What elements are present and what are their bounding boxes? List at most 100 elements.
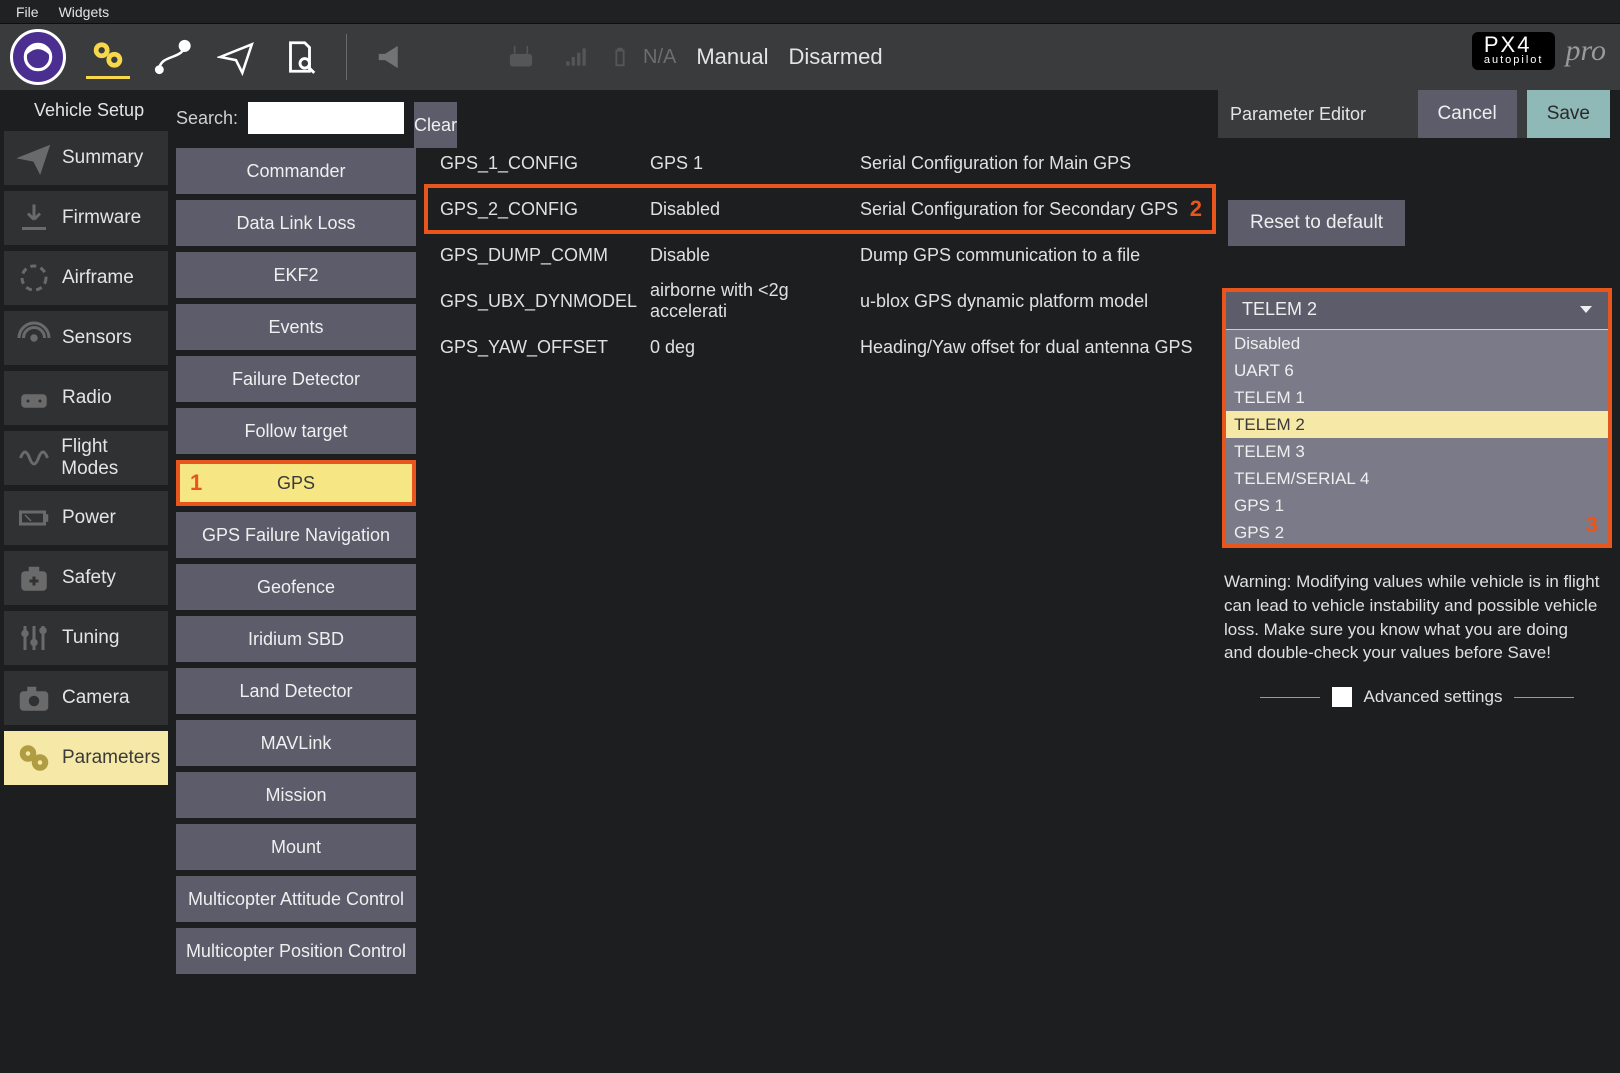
sidebar-item-summary[interactable]: Summary [4,131,168,185]
group-failure-detector[interactable]: Failure Detector [176,356,416,402]
plane-icon[interactable] [214,35,258,79]
combo-option[interactable]: GPS 2 [1224,519,1610,546]
group-events[interactable]: Events [176,304,416,350]
chevron-down-icon [1580,306,1592,313]
param-row-gps_yaw_offset[interactable]: GPS_YAW_OFFSET0 degHeading/Yaw offset fo… [426,324,1214,370]
app-logo-icon[interactable] [10,29,66,85]
doc-search-icon[interactable] [278,35,322,79]
flight-mode[interactable]: Manual [696,44,768,70]
wave-icon [14,438,53,478]
combo-option[interactable]: Disabled [1224,330,1610,357]
group-geofence[interactable]: Geofence [176,564,416,610]
group-mission[interactable]: Mission [176,772,416,818]
param-name: GPS_1_CONFIG [440,153,650,174]
param-row-gps_1_config[interactable]: GPS_1_CONFIGGPS 1Serial Configuration fo… [426,140,1214,186]
download-icon [14,198,54,238]
combobox-value: TELEM 2 [1242,299,1317,320]
combo-option[interactable]: TELEM 2 [1224,411,1610,438]
camera-icon [14,678,54,718]
param-row-gps_ubx_dynmodel[interactable]: GPS_UBX_DYNMODELairborne with <2g accele… [426,278,1214,324]
battery-na: N/A [643,46,676,69]
rc-icon[interactable] [499,35,543,79]
sidebar-item-label: Firmware [62,207,141,229]
vehicle-setup-sidebar: Vehicle Setup Summary Firmware Airframe Sen… [0,90,170,1073]
sidebar-item-label: Power [62,507,116,529]
sidebar-item-label: Summary [62,147,143,169]
combo-option[interactable]: TELEM 1 [1224,384,1610,411]
param-name: GPS_YAW_OFFSET [440,337,650,358]
param-desc: Dump GPS communication to a file [860,245,1140,266]
sidebar-item-label: Camera [62,687,130,709]
group-follow-target[interactable]: Follow target [176,408,416,454]
combo-option[interactable]: TELEM/SERIAL 4 [1224,465,1610,492]
satellite-icon[interactable] [435,35,479,79]
top-toolbar: B N/A Manual Disarmed PX4 autopi [0,24,1620,90]
svg-text:B: B [182,44,187,53]
combo-option[interactable]: UART 6 [1224,357,1610,384]
group-mount[interactable]: Mount [176,824,416,870]
sidebar-item-label: Radio [62,387,112,409]
group-mavlink[interactable]: MAVLink [176,720,416,766]
save-button[interactable]: Save [1527,90,1610,138]
group-ekf2[interactable]: EKF2 [176,252,416,298]
group-multicopter-position-control[interactable]: Multicopter Position Control [176,928,416,974]
param-row-gps_dump_comm[interactable]: GPS_DUMP_COMMDisableDump GPS communicati… [426,232,1214,278]
sidebar-title: Vehicle Setup [4,94,170,131]
checkbox-icon[interactable] [1332,687,1352,707]
menubar: File Widgets [0,0,1620,24]
param-table: GPS_1_CONFIGGPS 1Serial Configuration fo… [422,90,1214,1073]
battery-icon [609,35,631,79]
combo-option[interactable]: GPS 1 [1224,492,1610,519]
search-input[interactable] [248,102,404,134]
group-iridium-sbd[interactable]: Iridium SBD [176,616,416,662]
group-land-detector[interactable]: Land Detector [176,668,416,714]
sidebar-item-camera[interactable]: Camera [4,671,168,725]
medkit-icon [14,558,54,598]
param-desc: Serial Configuration for Secondary GPS [860,199,1178,220]
group-multicopter-attitude-control[interactable]: Multicopter Attitude Control [176,876,416,922]
param-value: GPS 1 [650,153,860,174]
menu-widgets[interactable]: Widgets [49,2,120,22]
reset-default-button[interactable]: Reset to default [1228,200,1405,246]
group-commander[interactable]: Commander [176,148,416,194]
sidebar-item-flight-modes[interactable]: Flight Modes [4,431,168,485]
warning-text: Warning: Modifying values while vehicle … [1224,570,1600,665]
menu-file[interactable]: File [6,2,49,22]
sidebar-item-sensors[interactable]: Sensors [4,311,168,365]
gears-icon[interactable] [86,35,130,79]
param-value: airborne with <2g accelerati [650,280,860,322]
group-data-link-loss[interactable]: Data Link Loss [176,200,416,246]
sidebar-item-firmware[interactable]: Firmware [4,191,168,245]
param-value: 0 deg [650,337,860,358]
route-icon[interactable]: B [150,35,194,79]
sidebar-item-label: Flight Modes [61,436,168,480]
parameter-editor: Parameter Editor Cancel Save Reset to de… [1214,90,1620,1073]
param-groups-column: Search: Clear CommanderData Link LossEKF… [170,90,422,1073]
advanced-settings-toggle[interactable]: Advanced settings [1224,687,1610,707]
group-gps[interactable]: GPS [176,460,416,506]
cancel-button[interactable]: Cancel [1418,90,1517,138]
combo-option[interactable]: TELEM 3 [1224,438,1610,465]
brand: PX4 autopilot pro [1472,32,1606,70]
param-desc: Serial Configuration for Main GPS [860,153,1131,174]
param-name: GPS_2_CONFIG [440,199,650,220]
param-row-gps_2_config[interactable]: GPS_2_CONFIGDisabledSerial Configuration… [426,186,1214,232]
sidebar-item-safety[interactable]: Safety [4,551,168,605]
sidebar-item-radio[interactable]: Radio [4,371,168,425]
value-combobox[interactable]: TELEM 2 DisabledUART 6TELEM 1TELEM 2TELE… [1224,290,1610,546]
arm-state[interactable]: Disarmed [789,44,883,70]
megaphone-icon[interactable] [371,35,415,79]
sidebar-item-tuning[interactable]: Tuning [4,611,168,665]
sidebar-item-power[interactable]: Power [4,491,168,545]
sliders-icon [14,618,54,658]
param-desc: Heading/Yaw offset for dual antenna GPS [860,337,1193,358]
plane-icon [14,138,54,178]
sidebar-item-label: Safety [62,567,116,589]
brand-pro: pro [1565,34,1606,68]
sidebar-item-label: Parameters [62,747,160,769]
sidebar-item-parameters[interactable]: Parameters [4,731,168,785]
group-gps-failure-navigation[interactable]: GPS Failure Navigation [176,512,416,558]
sidebar-item-airframe[interactable]: Airframe [4,251,168,305]
radio-icon [14,378,54,418]
param-value: Disabled [650,199,860,220]
